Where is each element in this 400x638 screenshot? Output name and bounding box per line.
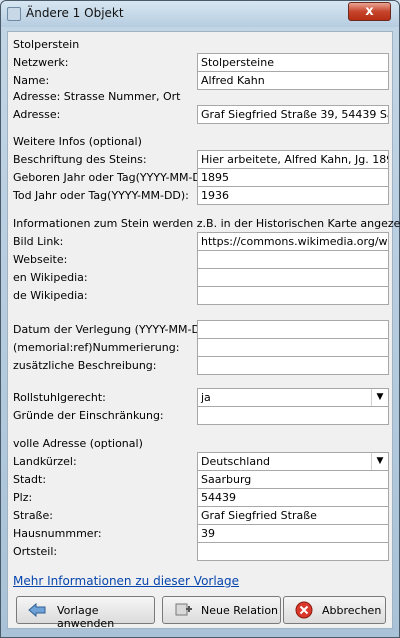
cancel-label: Abbrechen xyxy=(322,604,382,617)
name-label: Name: xyxy=(13,74,50,87)
landkuerzel-select[interactable]: Deutschland ▼ xyxy=(197,452,389,471)
form-panel: Stolperstein Netzwerk: Stolpersteine Nam… xyxy=(7,31,400,630)
strasse-label: Straße: xyxy=(13,509,53,522)
ortsteil-label: Ortsteil: xyxy=(13,545,58,558)
de-wikipedia-input[interactable] xyxy=(197,286,389,305)
chevron-down-icon[interactable]: ▼ xyxy=(371,389,388,406)
apply-template-button[interactable]: Vorlage anwenden xyxy=(16,596,155,630)
cancel-icon xyxy=(295,601,313,619)
name-input[interactable]: Alfred Kahn xyxy=(197,71,389,90)
memorial-label: (memorial:ref)Nummerierung: xyxy=(13,341,180,354)
hausnummer-label: Hausnummmer: xyxy=(13,527,102,540)
rollstuhl-label: Rollstuhlgerecht: xyxy=(13,391,106,404)
bildlink-label: Bild Link: xyxy=(13,235,64,248)
adresse-label: Adresse: xyxy=(13,108,61,121)
window-title: Ändere 1 Objekt xyxy=(26,6,124,20)
app-icon xyxy=(7,7,21,21)
section-heading-volle-adresse: volle Adresse (optional) xyxy=(13,437,143,450)
apply-template-label: Vorlage anwenden xyxy=(57,604,115,630)
new-relation-button[interactable]: Neue Relation xyxy=(162,596,281,624)
tod-label: Tod Jahr oder Tag(YYYY-MM-DD): xyxy=(13,189,189,202)
stadt-label: Stadt: xyxy=(13,473,47,486)
title-bar[interactable]: Ändere 1 Objekt x xyxy=(1,1,399,27)
geboren-input[interactable]: 1895 xyxy=(197,168,389,187)
memorial-input[interactable] xyxy=(197,338,389,357)
beschriftung-label: Beschriftung des Steins: xyxy=(13,153,147,166)
datum-input[interactable] xyxy=(197,320,389,339)
cancel-button[interactable]: Abbrechen xyxy=(283,596,386,624)
plz-input[interactable]: 54439 xyxy=(197,488,389,507)
plz-label: Plz: xyxy=(13,491,33,504)
en-wikipedia-label: en Wikipedia: xyxy=(13,271,88,284)
section-heading-weitere-infos: Weitere Infos (optional) xyxy=(13,135,142,148)
beschriftung-input[interactable]: Hier arbeitete, Alfred Kahn, Jg. 1895, F… xyxy=(197,150,389,169)
netzwerk-input[interactable]: Stolpersteine xyxy=(197,53,389,72)
strasse-input[interactable]: Graf Siegfried Straße xyxy=(197,506,389,525)
landkuerzel-label: Landkürzel: xyxy=(13,455,77,468)
new-relation-label: Neue Relation xyxy=(201,604,279,617)
chevron-down-icon[interactable]: ▼ xyxy=(371,453,388,470)
dialog-window: Ändere 1 Objekt x Stolperstein Netzwerk:… xyxy=(0,0,400,638)
beschreibung-label: zusätzliche Beschreibung: xyxy=(13,359,157,372)
arrow-left-icon xyxy=(28,602,46,618)
stadt-input[interactable]: Saarburg xyxy=(197,470,389,489)
gruende-label: Gründe der Einschränkung: xyxy=(13,409,164,422)
datum-label: Datum der Verlegung (YYYY-MM-DD): xyxy=(13,323,217,336)
close-button[interactable]: x xyxy=(348,2,391,21)
tod-input[interactable]: 1936 xyxy=(197,186,389,205)
relation-icon xyxy=(175,603,192,616)
rollstuhl-select[interactable]: ja ▼ xyxy=(197,388,389,407)
ortsteil-input[interactable] xyxy=(197,542,389,561)
section-heading-stolperstein: Stolperstein xyxy=(13,38,80,51)
de-wikipedia-label: de Wikipedia: xyxy=(13,289,88,302)
more-info-link[interactable]: Mehr Informationen zu dieser Vorlage xyxy=(13,574,239,588)
webseite-input[interactable] xyxy=(197,250,389,269)
bildlink-input[interactable]: https://commons.wikimedia.org/wiki/File:… xyxy=(197,232,389,251)
webseite-label: Webseite: xyxy=(13,253,68,266)
section-heading-informationen: Informationen zum Stein werden z.B. in d… xyxy=(13,217,400,230)
adresse-hint: Adresse: Strasse Nummer, Ort xyxy=(13,90,181,103)
netzwerk-label: Netzwerk: xyxy=(13,56,69,69)
landkuerzel-value: Deutschland xyxy=(201,455,271,468)
en-wikipedia-input[interactable] xyxy=(197,268,389,287)
gruende-input[interactable] xyxy=(197,406,389,425)
adresse-input[interactable]: Graf Siegfried Straße 39, 54439 Saarburg xyxy=(197,105,389,124)
beschreibung-input[interactable] xyxy=(197,356,389,375)
rollstuhl-value: ja xyxy=(201,391,211,404)
hausnummer-input[interactable]: 39 xyxy=(197,524,389,543)
geboren-label: Geboren Jahr oder Tag(YYYY-MM-DD): xyxy=(13,171,218,184)
